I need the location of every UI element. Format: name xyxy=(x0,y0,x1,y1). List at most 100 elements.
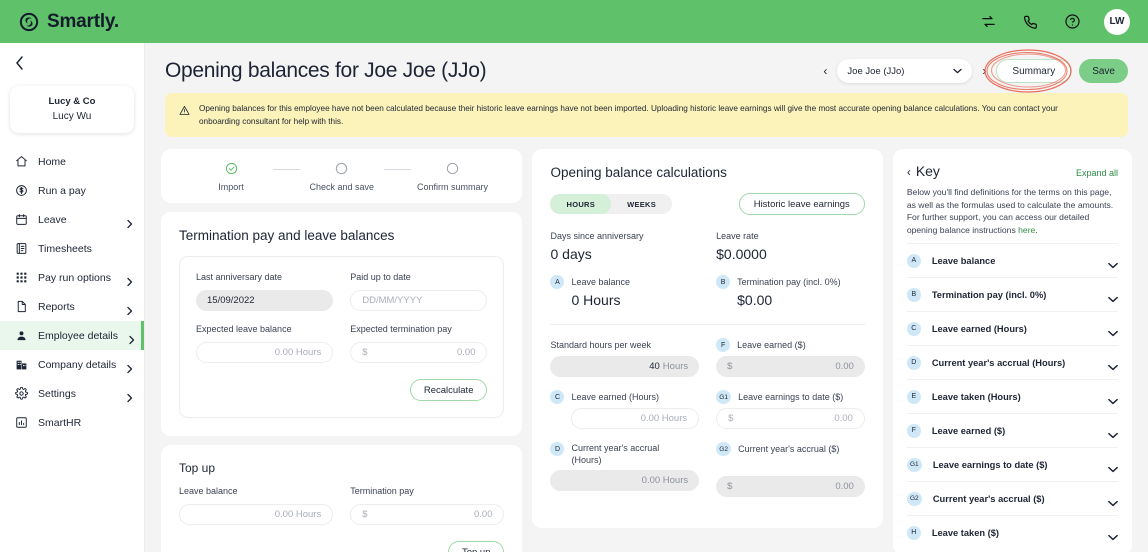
sidebar-item-pay-run-options[interactable]: Pay run options xyxy=(0,263,144,292)
currency-prefix: $ xyxy=(727,481,733,492)
key-description-link[interactable]: here xyxy=(1018,225,1035,235)
last-anniversary-date-input[interactable]: 15/09/2022 xyxy=(196,290,334,311)
header-actions: ‹ Joe Joe (JJo) › Summary Save xyxy=(821,49,1128,93)
input-placeholder: 0.00 xyxy=(835,361,854,372)
current-years-accrual-dollars-input[interactable]: $ 0.00 xyxy=(716,476,865,497)
badge-g1: G1 xyxy=(716,390,732,404)
current-years-accrual-hours-input[interactable]: 0.00 Hours xyxy=(550,470,700,491)
historic-leave-earnings-button[interactable]: Historic leave earnings xyxy=(738,193,865,215)
sidebar-item-label: Timesheets xyxy=(38,242,92,255)
employee-select-value: Joe Joe (JJo) xyxy=(847,65,905,77)
key-description: Below you'll find definitions for the te… xyxy=(907,186,1118,236)
field-topup-leave-balance: Leave balance 0.00 Hours xyxy=(179,485,334,525)
step-import[interactable]: Import xyxy=(189,162,273,192)
brand-logo[interactable]: Smartly. xyxy=(18,11,119,33)
phone-icon[interactable] xyxy=(1020,12,1040,32)
expected-leave-balance-input[interactable]: 0.00 Hours xyxy=(196,342,334,363)
prev-employee-button[interactable]: ‹ xyxy=(821,64,829,78)
panel-title: Opening balance calculations xyxy=(550,165,727,180)
key-row-f[interactable]: F Leave earned ($) xyxy=(906,413,1118,447)
leave-earned-hours-input[interactable]: 0.00 Hours xyxy=(571,408,700,429)
badge-d: D xyxy=(906,355,921,370)
field-last-anniversary-date: Last anniversary date 15/09/2022 xyxy=(196,271,334,311)
field-paid-up-to-date: Paid up to date DD/MM/YYYY xyxy=(350,271,488,311)
key-row-d[interactable]: D Current year's accrual (Hours) xyxy=(906,345,1118,379)
switch-icon[interactable] xyxy=(978,12,998,32)
sidebar-collapse-button[interactable] xyxy=(0,43,34,82)
expected-termination-pay-input[interactable]: $ 0.00 xyxy=(350,342,488,363)
field-label: Termination pay xyxy=(350,486,414,496)
summary-button[interactable]: Summary xyxy=(996,59,1072,83)
field-label: Current year's accrual (Hours) xyxy=(571,443,660,465)
field-label: Current year's accrual ($) xyxy=(738,444,840,454)
badge-b: B xyxy=(906,287,921,302)
leave-earnings-to-date-input[interactable]: $ 0.00 xyxy=(716,408,865,429)
field-label: Leave earned ($) xyxy=(737,340,806,350)
stat-days-since-anniversary: Days since anniversary 0 days xyxy=(550,229,699,262)
stat-label: Leave rate xyxy=(716,231,759,241)
key-back-button[interactable]: ‹ xyxy=(907,165,911,179)
chevron-right-icon xyxy=(126,274,134,286)
calculations-panel: Opening balance calculations HOURS WEEKS… xyxy=(532,149,883,528)
key-row-h[interactable]: H Leave taken ($) xyxy=(906,515,1118,549)
toggle-option-hours[interactable]: HOURS xyxy=(550,194,612,214)
key-row-g1[interactable]: G1 Leave earnings to date ($) xyxy=(906,447,1118,481)
step-check-and-save[interactable]: Check and save xyxy=(300,162,384,192)
sidebar-item-settings[interactable]: Settings xyxy=(0,379,144,408)
badge-f: F xyxy=(716,338,731,352)
brand-name: Smartly. xyxy=(47,10,119,32)
sidebar-item-reports[interactable]: Reports xyxy=(0,292,144,321)
field-label: Leave earnings to date ($) xyxy=(738,392,844,402)
grid-icon xyxy=(14,271,28,285)
sidebar-item-leave[interactable]: Leave xyxy=(0,205,144,234)
sidebar-item-run-a-pay[interactable]: Run a pay xyxy=(0,176,144,205)
bar-chart-icon xyxy=(14,416,28,430)
page-title: Opening balances for Joe Joe (JJo) xyxy=(165,59,487,82)
save-button[interactable]: Save xyxy=(1079,59,1128,83)
document-icon xyxy=(14,300,28,314)
currency-prefix: $ xyxy=(728,413,734,424)
stat-leave-rate: Leave rate $0.0000 xyxy=(716,229,865,262)
leave-earned-dollars-input[interactable]: $ 0.00 xyxy=(716,356,865,377)
hours-weeks-toggle[interactable]: HOURS WEEKS xyxy=(550,194,673,214)
calendar-icon xyxy=(14,213,28,227)
sidebar-item-company-details[interactable]: Company details xyxy=(0,350,144,379)
field-leave-earned-dollars: F Leave earned ($) $ 0.00 xyxy=(716,338,865,377)
step-todo-icon xyxy=(446,162,459,175)
paid-up-to-date-input[interactable]: DD/MM/YYYY xyxy=(350,290,488,311)
topup-button[interactable]: Top up xyxy=(447,541,505,552)
sidebar-item-smarthr[interactable]: SmartHR xyxy=(0,408,144,437)
topup-leave-balance-input[interactable]: 0.00 Hours xyxy=(179,504,334,525)
chevron-right-icon xyxy=(128,332,136,344)
step-confirm-summary[interactable]: Confirm summary xyxy=(411,162,495,192)
avatar[interactable]: LW xyxy=(1104,8,1130,35)
employee-select[interactable]: Joe Joe (JJo) xyxy=(837,59,973,83)
step-todo-icon xyxy=(335,162,348,175)
key-row-g2[interactable]: G2 Current year's accrual ($) xyxy=(906,481,1118,515)
help-icon[interactable] xyxy=(1062,12,1082,32)
badge-g2: G2 xyxy=(906,491,922,506)
topup-termination-pay-input[interactable]: $ 0.00 xyxy=(350,504,505,525)
field-current-years-accrual-hours: D Current year's accrual (Hours) 0.00 Ho… xyxy=(550,442,700,497)
key-row-e[interactable]: E Leave taken (Hours) xyxy=(906,379,1118,413)
step-label: Import xyxy=(218,182,244,192)
key-row-b[interactable]: B Termination pay (incl. 0%) xyxy=(906,277,1118,311)
input-placeholder: 0.00 xyxy=(456,347,476,358)
recalculate-button[interactable]: Recalculate xyxy=(409,379,488,401)
termination-panel: Termination pay and leave balances Last … xyxy=(161,212,523,436)
stat-value: 0 Hours xyxy=(571,292,621,308)
step-label: Confirm summary xyxy=(416,182,488,192)
app-root: Smartly. LW Lucy & Co Lucy Wu Home Run a… xyxy=(0,0,1148,552)
standard-hours-input[interactable]: 40 Hours xyxy=(550,356,700,377)
key-row-c[interactable]: C Leave earned (Hours) xyxy=(906,311,1118,345)
sidebar-item-home[interactable]: Home xyxy=(0,147,144,176)
input-value: 40 xyxy=(649,361,660,372)
expand-all-button[interactable]: Expand all xyxy=(1076,168,1118,178)
org-card[interactable]: Lucy & Co Lucy Wu xyxy=(10,86,134,133)
next-employee-button[interactable]: › xyxy=(980,64,988,78)
sidebar-item-employee-details[interactable]: Employee details xyxy=(0,321,144,350)
toggle-option-weeks[interactable]: WEEKS xyxy=(611,194,672,214)
key-row-a[interactable]: A Leave balance xyxy=(906,243,1118,277)
input-placeholder: 0.00 xyxy=(473,509,493,520)
sidebar-item-timesheets[interactable]: Timesheets xyxy=(0,234,144,263)
